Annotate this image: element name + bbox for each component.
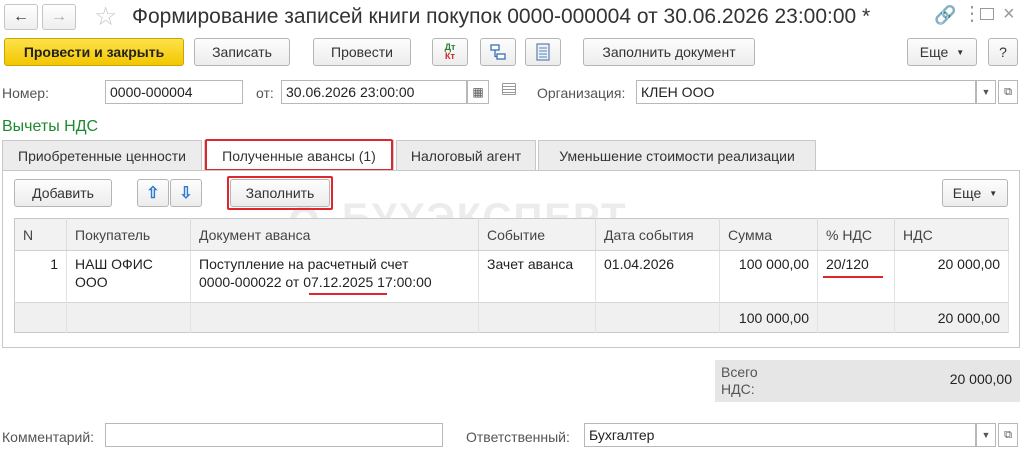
save-button[interactable]: Записать [194, 38, 290, 66]
structure-icon [490, 44, 506, 60]
organization-label: Организация: [537, 85, 626, 101]
document-info-icon[interactable] [502, 83, 516, 95]
window-title: Формирование записей книги покупок 0000-… [132, 5, 871, 28]
col-header-advance-doc[interactable]: Документ аванса [190, 218, 479, 251]
tab-highlight [205, 139, 393, 171]
help-button[interactable]: ? [988, 38, 1018, 66]
vat-rate-underline [823, 276, 883, 278]
move-down-button[interactable]: ⇩ [170, 179, 202, 207]
advance-doc-date: 07.12.2025 [303, 274, 374, 290]
organization-field[interactable]: КЛЕН ООО [636, 80, 976, 104]
col-header-vat-rate[interactable]: % НДС [817, 218, 895, 251]
dt-kt-icon: Дт Кт [444, 42, 456, 61]
post-button[interactable]: Провести [313, 38, 411, 66]
arrow-left-icon: ← [13, 8, 29, 25]
calendar-button[interactable]: ▦ [467, 80, 489, 104]
totals-sum: 100 000,00 [719, 302, 818, 333]
more-button[interactable]: Еще ▼ [907, 38, 977, 66]
row-number: 1 [14, 250, 67, 303]
chevron-down-icon: ▼ [956, 47, 965, 57]
responsible-open-button[interactable]: ⧉ [998, 423, 1018, 447]
date-label: от: [256, 85, 274, 101]
link-icon[interactable]: 🔗 [934, 5, 956, 26]
total-vat-label: Всего НДС: [721, 364, 758, 397]
organization-dropdown[interactable]: ▼ [976, 80, 996, 104]
totals-vat: 20 000,00 [894, 302, 1009, 333]
row-event-date: 01.04.2026 [595, 250, 720, 303]
responsible-label: Ответственный: [466, 429, 570, 445]
tab-acquired-values[interactable]: Приобретенные ценности [2, 140, 202, 170]
chevron-down-icon: ▼ [981, 87, 991, 97]
report-button[interactable] [525, 38, 561, 66]
chevron-down-icon: ▼ [981, 430, 991, 440]
structure-button[interactable] [480, 38, 516, 66]
move-up-button[interactable]: ⇧ [137, 179, 169, 207]
col-header-vat[interactable]: НДС [894, 218, 1009, 251]
forward-button[interactable]: → [42, 4, 76, 30]
total-vat-value: 20 000,00 [949, 371, 1012, 387]
responsible-field[interactable]: Бухгалтер [584, 423, 976, 447]
add-button[interactable]: Добавить [14, 179, 112, 207]
col-header-sum[interactable]: Сумма [719, 218, 818, 251]
maximize-icon[interactable] [980, 8, 994, 20]
open-icon: ⧉ [1004, 85, 1012, 98]
col-header-n[interactable]: N [14, 218, 67, 251]
number-field[interactable]: 0000-000004 [105, 80, 243, 104]
row-event: Зачет аванса [478, 250, 596, 303]
tab-tax-agent[interactable]: Налоговый агент [396, 140, 536, 170]
fill-document-button[interactable]: Заполнить документ [583, 38, 755, 66]
fill-button-highlight [227, 176, 333, 210]
arrow-right-icon: → [51, 8, 67, 25]
comment-label: Комментарий: [2, 429, 95, 445]
row-buyer: НАШ ОФИС ООО [66, 250, 191, 303]
number-label: Номер: [2, 85, 49, 101]
table-more-button[interactable]: Еще ▼ [942, 179, 1008, 207]
open-icon: ⧉ [1004, 428, 1012, 441]
section-title: Вычеты НДС [2, 118, 99, 135]
totals-row: 100 000,00 20 000,00 [14, 302, 1009, 333]
post-and-close-button[interactable]: Провести и закрыть [4, 38, 184, 66]
arrow-down-icon: ⇩ [179, 185, 193, 202]
arrow-up-icon: ⇧ [146, 185, 160, 202]
menu-dots-icon[interactable]: ⋮ [962, 2, 982, 26]
date-field[interactable]: 30.06.2026 23:00:00 [281, 80, 467, 104]
close-icon[interactable]: × [1003, 2, 1015, 26]
dt-kt-button[interactable]: Дт Кт [432, 38, 468, 66]
col-header-event-date[interactable]: Дата события [595, 218, 720, 251]
row-vat: 20 000,00 [894, 250, 1009, 303]
table-header: N Покупатель Документ аванса Событие Дат… [14, 218, 1009, 251]
report-icon [536, 43, 550, 61]
calendar-icon: ▦ [472, 85, 484, 99]
row-sum: 100 000,00 [719, 250, 818, 303]
col-header-event[interactable]: Событие [478, 218, 596, 251]
chevron-down-icon: ▼ [989, 188, 998, 198]
col-header-buyer[interactable]: Покупатель [66, 218, 191, 251]
date-underline [309, 293, 387, 295]
organization-open-button[interactable]: ⧉ [998, 80, 1018, 104]
tab-sales-cost-reduction[interactable]: Уменьшение стоимости реализации [538, 140, 816, 170]
back-button[interactable]: ← [4, 4, 38, 30]
responsible-dropdown[interactable]: ▼ [976, 423, 996, 447]
comment-field[interactable] [105, 423, 443, 447]
favorite-star-icon[interactable]: ☆ [94, 1, 117, 31]
